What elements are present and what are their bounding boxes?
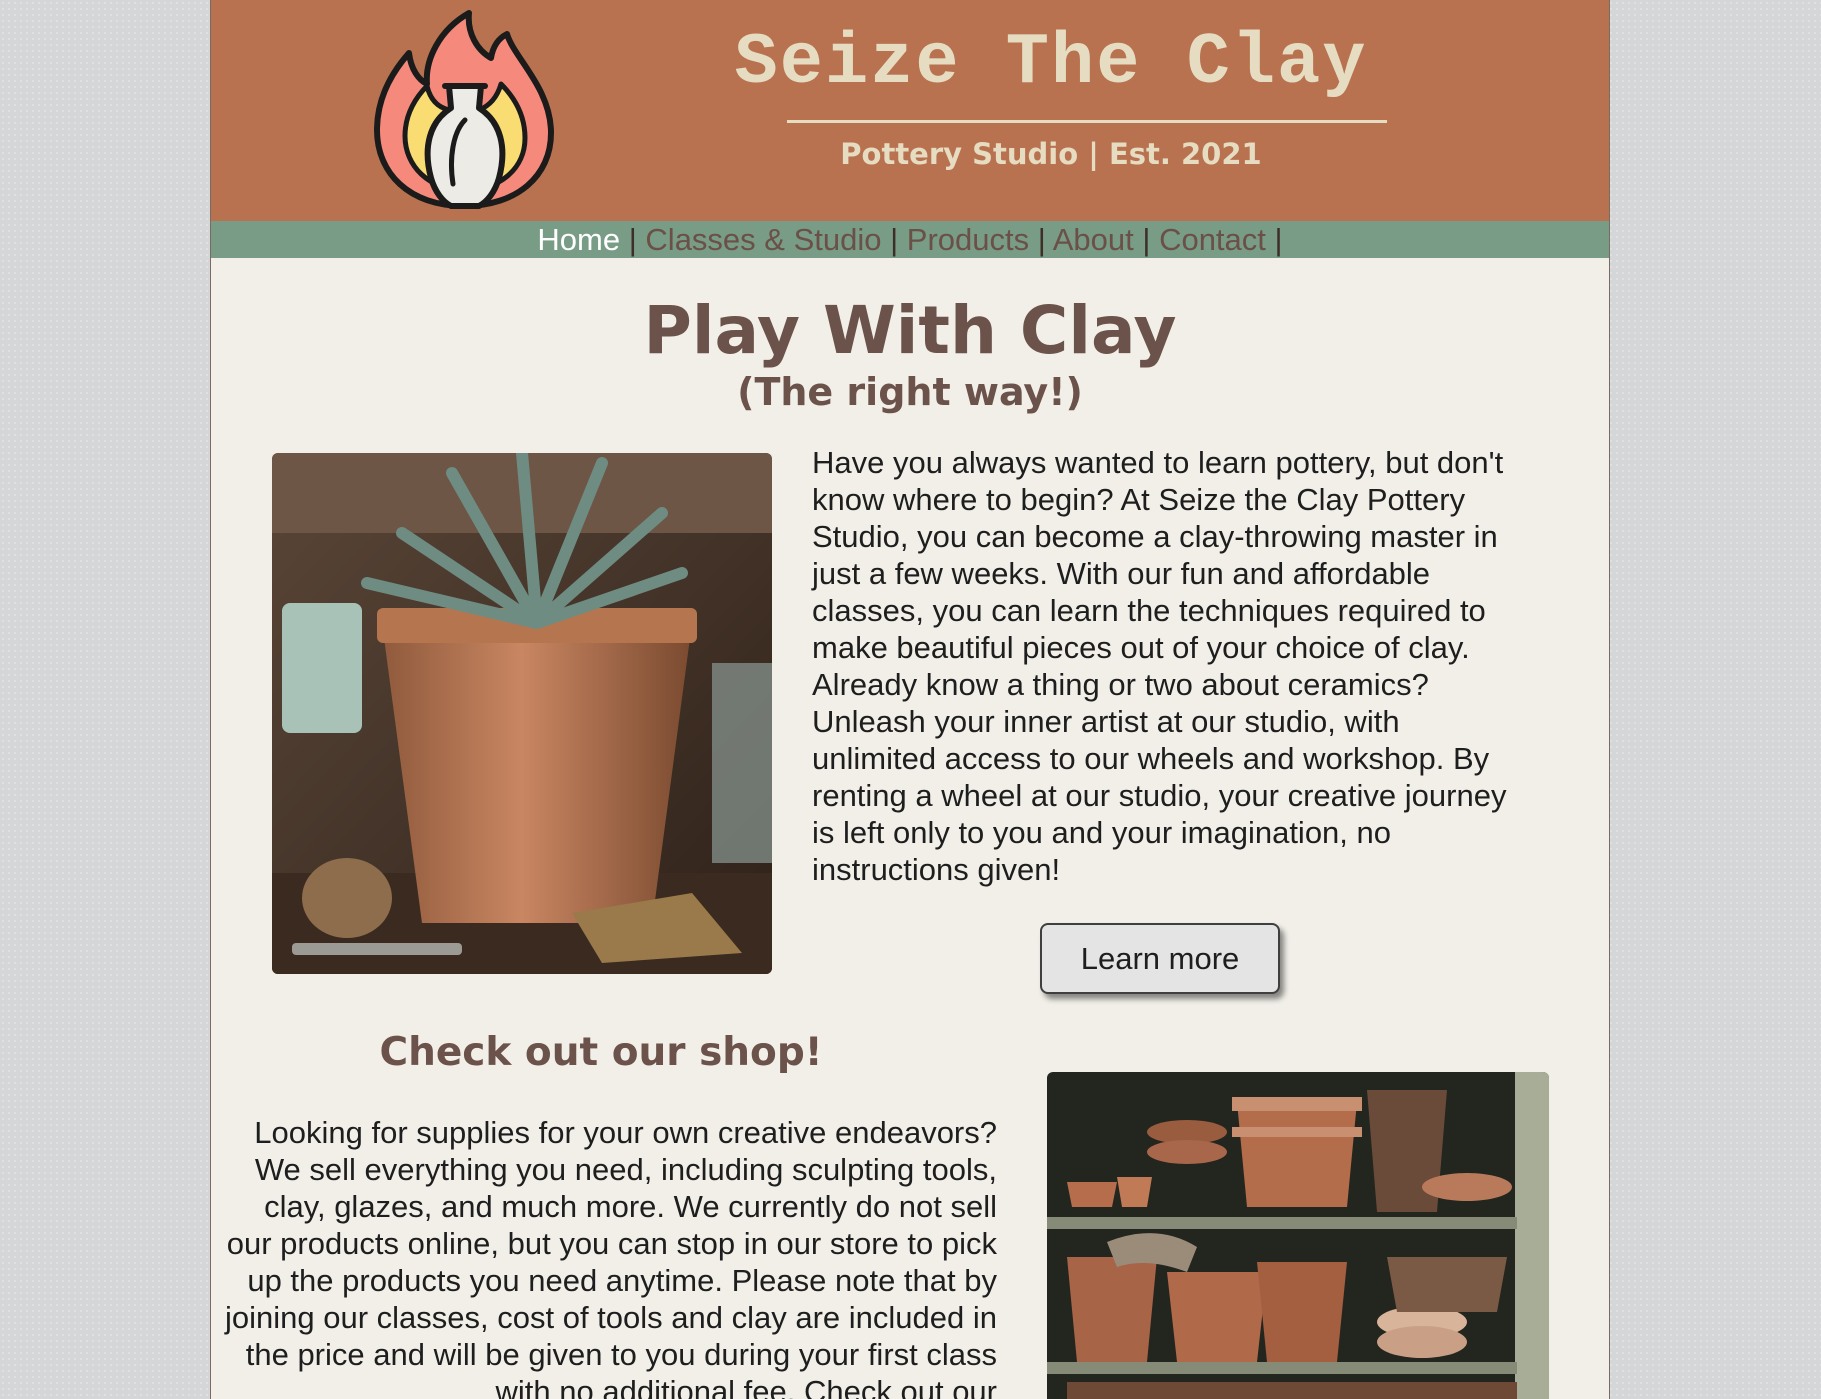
nav-separator: | (890, 222, 899, 257)
nav-separator: | (1274, 222, 1283, 257)
site-header: Seize The Clay Pottery Studio | Est. 202… (211, 0, 1609, 221)
nav-products-link[interactable]: Products (907, 222, 1029, 257)
title-divider (787, 120, 1387, 123)
page-subtitle: (The right way!) (737, 370, 1083, 414)
pottery-shelf-photo (1047, 1072, 1549, 1399)
main-nav: Home | Classes & Studio | Products | Abo… (211, 221, 1609, 258)
nav-home-link[interactable]: Home (537, 222, 620, 257)
flame-vase-icon[interactable] (369, 8, 559, 213)
nav-about-link[interactable]: About (1053, 222, 1134, 257)
site-title: Seize The Clay (734, 22, 1368, 104)
nav-separator: | (1142, 222, 1151, 257)
shop-paragraph: Looking for supplies for your own creati… (225, 1115, 997, 1399)
site-tagline: Pottery Studio | Est. 2021 (840, 137, 1262, 171)
terracotta-pot-photo (272, 453, 772, 974)
intro-paragraph: Have you always wanted to learn pottery,… (812, 445, 1507, 887)
nav-contact-link[interactable]: Contact (1159, 222, 1266, 257)
nav-separator: | (628, 222, 637, 257)
page-title: Play With Clay (643, 292, 1177, 369)
nav-separator: | (1037, 222, 1046, 257)
learn-more-button[interactable]: Learn more (1040, 923, 1280, 994)
page-container: Seize The Clay Pottery Studio | Est. 202… (210, 0, 1610, 1399)
shop-heading: Check out our shop! (379, 1030, 823, 1075)
nav-classes-link[interactable]: Classes & Studio (645, 222, 881, 257)
